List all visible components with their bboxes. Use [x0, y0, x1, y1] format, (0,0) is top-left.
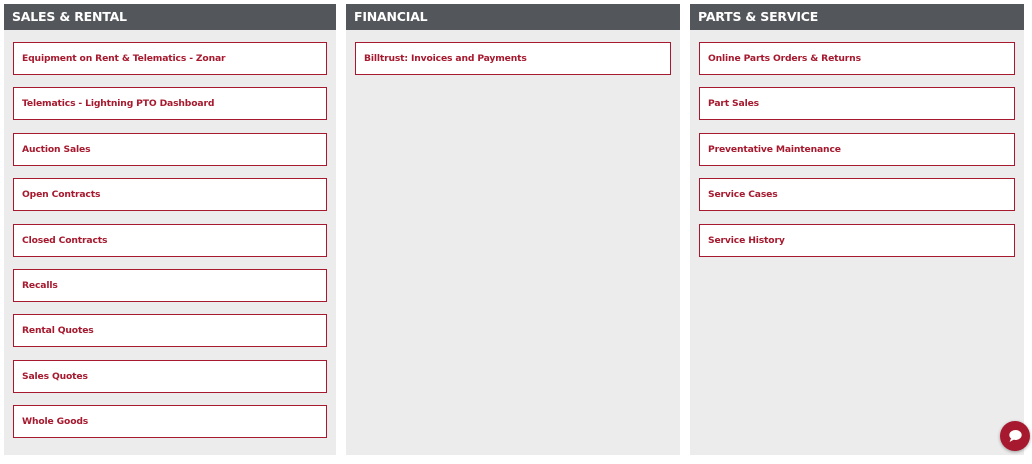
link-service-history[interactable]: Service History [699, 223, 1015, 257]
column-parts-service: PARTS & SERVICE Online Parts Orders & Re… [690, 4, 1024, 455]
link-part-sales[interactable]: Part Sales [699, 87, 1015, 121]
dashboard-columns: SALES & RENTAL Equipment on Rent & Telem… [0, 0, 1032, 464]
link-whole-goods[interactable]: Whole Goods [13, 405, 327, 439]
link-preventative-maintenance[interactable]: Preventative Maintenance [699, 132, 1015, 166]
link-billtrust-invoices-payments[interactable]: Billtrust: Invoices and Payments [355, 42, 671, 75]
column-header: PARTS & SERVICE [690, 4, 1024, 30]
chat-bubble-icon [1009, 430, 1022, 442]
chat-button[interactable] [1000, 421, 1030, 451]
link-recalls[interactable]: Recalls [13, 268, 327, 302]
link-closed-contracts[interactable]: Closed Contracts [13, 223, 327, 257]
column-link-list: Equipment on Rent & Telematics - Zonar T… [4, 30, 336, 439]
link-open-contracts[interactable]: Open Contracts [13, 178, 327, 212]
link-equipment-on-rent-telematics-zonar[interactable]: Equipment on Rent & Telematics - Zonar [13, 42, 327, 75]
column-link-list: Billtrust: Invoices and Payments [346, 30, 680, 75]
column-header: SALES & RENTAL [4, 4, 336, 30]
link-sales-quotes[interactable]: Sales Quotes [13, 359, 327, 393]
column-link-list: Online Parts Orders & Returns Part Sales… [690, 30, 1024, 257]
link-rental-quotes[interactable]: Rental Quotes [13, 314, 327, 348]
link-telematics-lightning-pto-dashboard[interactable]: Telematics - Lightning PTO Dashboard [13, 87, 327, 121]
column-sales-rental: SALES & RENTAL Equipment on Rent & Telem… [4, 4, 336, 455]
link-auction-sales[interactable]: Auction Sales [13, 132, 327, 166]
column-header: FINANCIAL [346, 4, 680, 30]
link-service-cases[interactable]: Service Cases [699, 178, 1015, 212]
column-financial: FINANCIAL Billtrust: Invoices and Paymen… [346, 4, 680, 455]
link-online-parts-orders-returns[interactable]: Online Parts Orders & Returns [699, 42, 1015, 75]
